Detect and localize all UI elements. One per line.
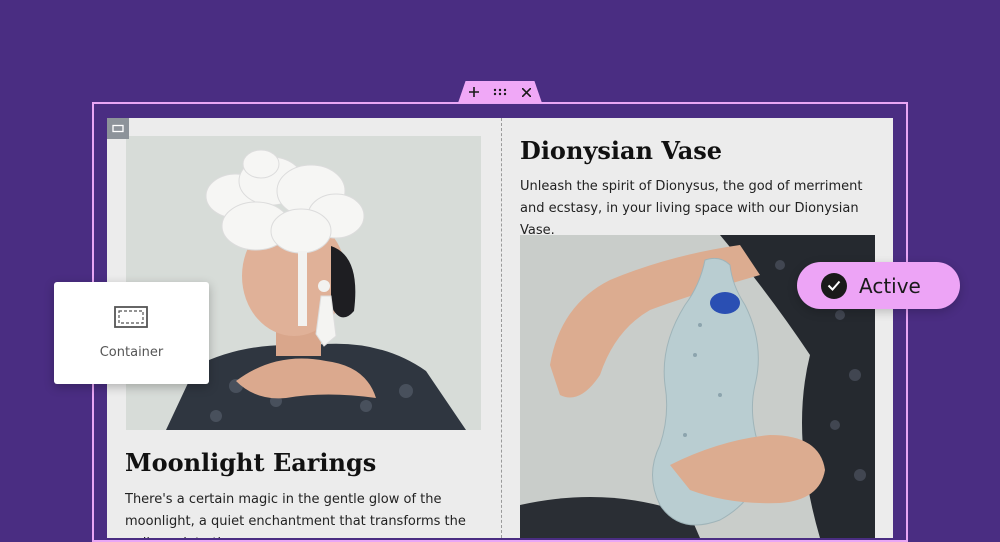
container-badge[interactable] — [107, 118, 129, 139]
container-widget-label: Container — [99, 345, 164, 360]
container-icon — [114, 306, 148, 328]
product-title-moonlight: Moonlight Earings — [125, 448, 377, 477]
product-description-moonlight: There's a certain magic in the gentle gl… — [125, 492, 466, 538]
container-widget-card[interactable]: Container — [54, 282, 209, 384]
product-description-dionysian: Unleash the spirit of Dionysus, the god … — [520, 179, 863, 238]
close-icon[interactable] — [519, 85, 533, 99]
plus-icon[interactable] — [467, 85, 481, 99]
drag-handle-icon[interactable] — [493, 85, 507, 99]
check-circle-icon — [821, 272, 847, 299]
active-status-pill[interactable]: Active — [797, 262, 960, 309]
page-canvas: Moonlight Earings There's a certain magi… — [107, 118, 893, 538]
element-handle-toolbar[interactable] — [458, 81, 542, 103]
active-status-label: Active — [859, 273, 921, 298]
product-title-dionysian: Dionysian Vase — [520, 136, 723, 165]
column-divider — [501, 118, 502, 538]
container-badge-icon — [112, 124, 124, 133]
